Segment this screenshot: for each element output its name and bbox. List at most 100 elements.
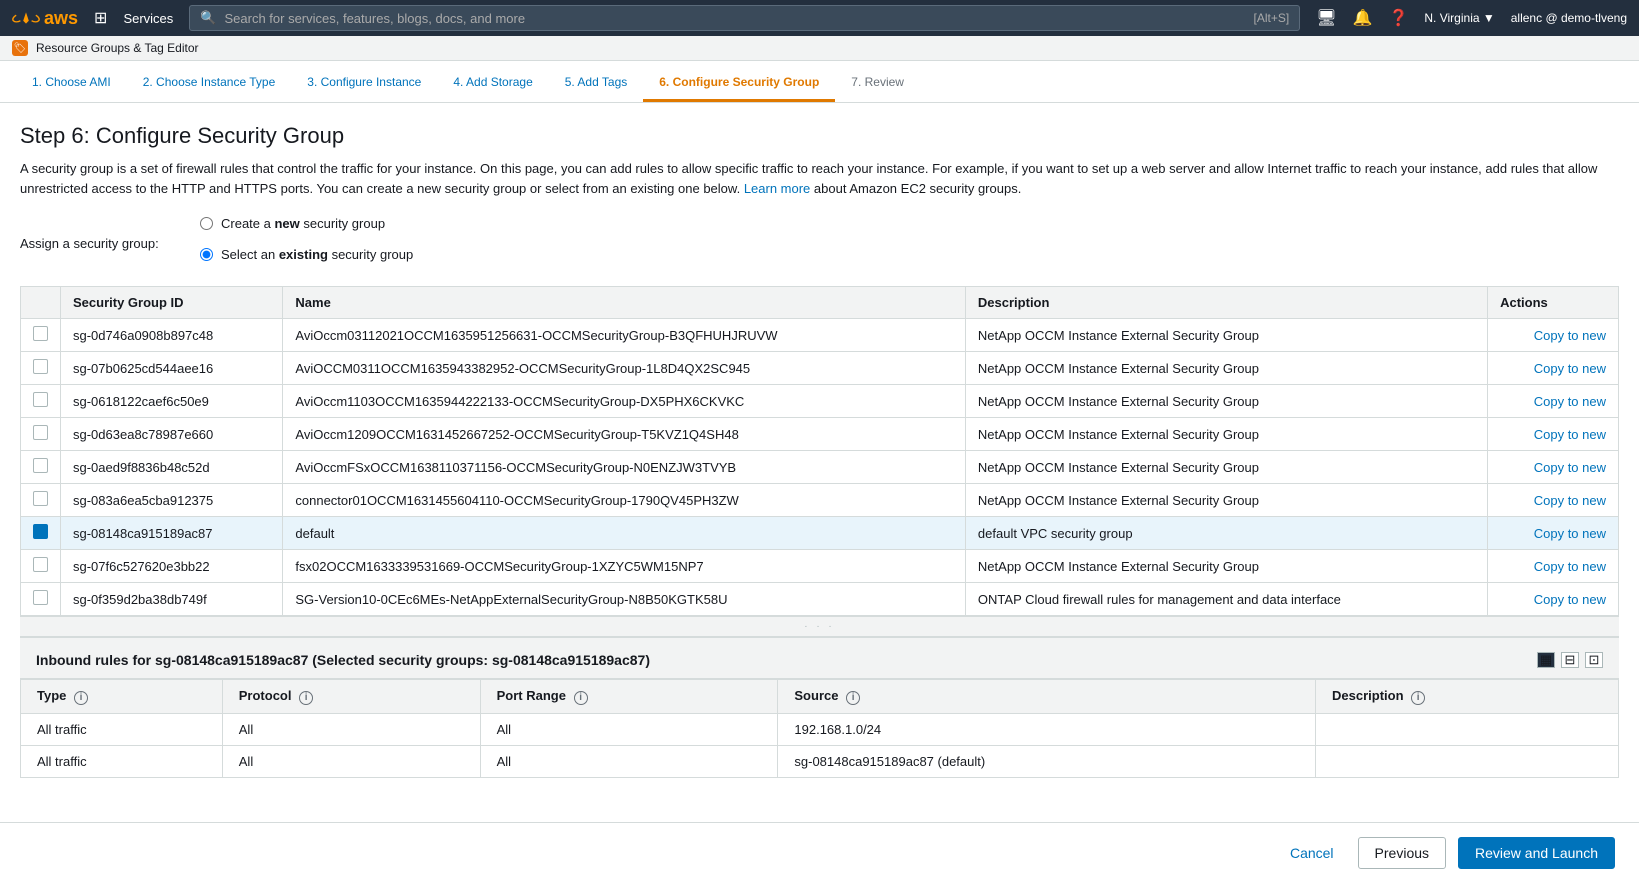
view-icons: ▦ ⊟ ⊡ [1537, 652, 1603, 668]
sg-table-wrapper: Security Group ID Name Description Actio… [20, 286, 1619, 616]
cancel-button[interactable]: Cancel [1278, 839, 1346, 867]
row-copy-action[interactable]: Copy to new [1488, 418, 1619, 451]
row-checkbox[interactable] [33, 326, 48, 341]
row-checkbox-cell[interactable] [21, 517, 61, 550]
step-1[interactable]: 1. Choose AMI [16, 61, 127, 102]
bell-icon[interactable]: 🔔 [1353, 8, 1373, 28]
previous-button[interactable]: Previous [1358, 837, 1446, 869]
col-checkbox [21, 287, 61, 319]
review-launch-button[interactable]: Review and Launch [1458, 837, 1615, 869]
wizard-steps: 1. Choose AMI 2. Choose Instance Type 3.… [0, 61, 1639, 103]
row-copy-action[interactable]: Copy to new [1488, 352, 1619, 385]
row-description: NetApp OCCM Instance External Security G… [965, 418, 1487, 451]
inbound-rules-table: Type i Protocol i Port Range i Source i … [20, 679, 1619, 778]
source-info-icon[interactable]: i [846, 691, 860, 705]
row-checkbox-cell[interactable] [21, 583, 61, 616]
type-info-icon[interactable]: i [74, 691, 88, 705]
rule-protocol: All [222, 745, 480, 777]
rule-port-range: All [480, 745, 778, 777]
monitor-icon[interactable]: 🖥 [1316, 8, 1336, 28]
row-checkbox-cell[interactable] [21, 319, 61, 352]
row-copy-action[interactable]: Copy to new [1488, 583, 1619, 616]
row-copy-action[interactable]: Copy to new [1488, 451, 1619, 484]
radio-select-existing[interactable]: Select an existing security group [200, 247, 413, 262]
radio-create-label: Create a new security group [221, 216, 385, 231]
col-description: Description [965, 287, 1487, 319]
grid-icon: ⊞ [94, 8, 107, 28]
resource-icon: 🏷 [12, 40, 28, 56]
aws-logo[interactable]: aws [12, 8, 78, 29]
row-copy-action[interactable]: Copy to new [1488, 550, 1619, 583]
row-name: AviOCCM0311OCCM1635943382952-OCCMSecurit… [283, 352, 966, 385]
row-copy-action[interactable]: Copy to new [1488, 385, 1619, 418]
inbound-title: Inbound rules for sg-08148ca915189ac87 (… [36, 652, 650, 668]
table-row[interactable]: sg-08148ca915189ac87 default default VPC… [21, 517, 1619, 550]
search-input[interactable] [224, 11, 1245, 26]
rule-type: All traffic [21, 745, 223, 777]
row-checkbox[interactable] [33, 392, 48, 407]
step-6[interactable]: 6. Configure Security Group [643, 61, 835, 102]
row-checkbox[interactable] [33, 425, 48, 440]
row-name: AviOccm1103OCCM1635944222133-OCCMSecurit… [283, 385, 966, 418]
inbound-rules-section: Inbound rules for sg-08148ca915189ac87 (… [20, 637, 1619, 778]
step-4[interactable]: 4. Add Storage [437, 61, 548, 102]
search-bar[interactable]: 🔍 [Alt+S] [189, 5, 1300, 31]
col-sg-id: Security Group ID [61, 287, 283, 319]
view-icon-1[interactable]: ▦ [1537, 652, 1555, 668]
table-row[interactable]: sg-0618122caef6c50e9 AviOccm1103OCCM1635… [21, 385, 1619, 418]
assign-sg-label: Assign a security group: [20, 236, 200, 251]
region-selector[interactable]: N. Virginia ▼ [1424, 11, 1494, 25]
port-range-info-icon[interactable]: i [574, 691, 588, 705]
row-checkbox-cell[interactable] [21, 385, 61, 418]
col-port-range: Port Range i [480, 680, 778, 714]
table-row[interactable]: sg-07f6c527620e3bb22 fsx02OCCM1633339531… [21, 550, 1619, 583]
table-row[interactable]: sg-0f359d2ba38db749f SG-Version10-0CEc6M… [21, 583, 1619, 616]
step-5[interactable]: 5. Add Tags [549, 61, 644, 102]
resize-divider[interactable]: · · · [20, 616, 1619, 637]
rule-port-range: All [480, 713, 778, 745]
step-2[interactable]: 2. Choose Instance Type [127, 61, 292, 102]
step-7[interactable]: 7. Review [835, 61, 920, 102]
row-checkbox[interactable] [33, 458, 48, 473]
row-checkbox[interactable] [33, 590, 48, 605]
table-row[interactable]: sg-083a6ea5cba912375 connector01OCCM1631… [21, 484, 1619, 517]
row-checkbox[interactable] [33, 524, 48, 539]
row-sg-id: sg-07f6c527620e3bb22 [61, 550, 283, 583]
learn-more-link[interactable]: Learn more [744, 181, 810, 196]
col-actions: Actions [1488, 287, 1619, 319]
view-icon-3[interactable]: ⊡ [1585, 652, 1603, 668]
row-copy-action[interactable]: Copy to new [1488, 517, 1619, 550]
inbound-rule-row: All traffic All All sg-08148ca915189ac87… [21, 745, 1619, 777]
row-sg-id: sg-07b0625cd544aee16 [61, 352, 283, 385]
row-checkbox-cell[interactable] [21, 451, 61, 484]
help-icon[interactable]: ❓ [1388, 8, 1408, 28]
desc-info-icon[interactable]: i [1411, 691, 1425, 705]
services-menu[interactable]: Services [123, 11, 173, 26]
step-3[interactable]: 3. Configure Instance [291, 61, 437, 102]
table-row[interactable]: sg-07b0625cd544aee16 AviOCCM0311OCCM1635… [21, 352, 1619, 385]
row-sg-id: sg-0d63ea8c78987e660 [61, 418, 283, 451]
table-row[interactable]: sg-0aed9f8836b48c52d AviOccmFSxOCCM16381… [21, 451, 1619, 484]
table-row[interactable]: sg-0d63ea8c78987e660 AviOccm1209OCCM1631… [21, 418, 1619, 451]
row-sg-id: sg-083a6ea5cba912375 [61, 484, 283, 517]
row-checkbox[interactable] [33, 491, 48, 506]
row-description: NetApp OCCM Instance External Security G… [965, 451, 1487, 484]
row-checkbox[interactable] [33, 557, 48, 572]
row-name: default [283, 517, 966, 550]
table-row[interactable]: sg-0d746a0908b897c48 AviOccm03112021OCCM… [21, 319, 1619, 352]
user-menu[interactable]: allenc @ demo-tlveng [1511, 11, 1627, 25]
row-checkbox-cell[interactable] [21, 352, 61, 385]
row-copy-action[interactable]: Copy to new [1488, 484, 1619, 517]
radio-create-new-input[interactable] [200, 217, 213, 230]
row-sg-id: sg-0618122caef6c50e9 [61, 385, 283, 418]
row-copy-action[interactable]: Copy to new [1488, 319, 1619, 352]
row-checkbox-cell[interactable] [21, 550, 61, 583]
view-icon-2[interactable]: ⊟ [1561, 652, 1579, 668]
row-checkbox-cell[interactable] [21, 418, 61, 451]
radio-existing-input[interactable] [200, 248, 213, 261]
protocol-info-icon[interactable]: i [299, 691, 313, 705]
radio-create-new[interactable]: Create a new security group [200, 216, 413, 231]
row-checkbox-cell[interactable] [21, 484, 61, 517]
row-description: NetApp OCCM Instance External Security G… [965, 352, 1487, 385]
row-checkbox[interactable] [33, 359, 48, 374]
